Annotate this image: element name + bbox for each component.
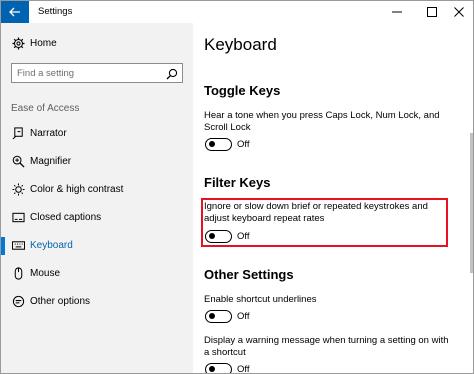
toggle-knob [209,233,215,239]
back-arrow-icon [9,7,20,17]
title-bar: Settings [1,1,473,23]
sidebar-item-label: Keyboard [30,240,73,251]
sidebar-item-magnifier[interactable]: Magnifier [1,150,193,174]
closed-captions-icon [11,210,25,224]
minimize-icon [392,11,402,13]
sidebar-item-label: Home [30,38,57,49]
sidebar-item-narrator[interactable]: Narrator [1,122,193,146]
toggle-keys-switch[interactable] [205,138,232,151]
minimize-button[interactable] [382,1,412,23]
settings-window: Settings Home Find a setting Ease of Acc… [0,0,474,374]
sidebar-item-label: Color & high contrast [30,184,124,195]
search-icon[interactable] [166,67,178,80]
keyboard-icon [11,238,25,252]
warning-message-switch[interactable] [205,363,232,373]
sidebar-item-color-high-contrast[interactable]: Color & high contrast [1,178,193,202]
maximize-icon [427,7,437,17]
sidebar-item-label: Other options [30,296,91,307]
other-options-icon [11,294,25,308]
filter-keys-heading: Filter Keys [204,175,271,190]
active-indicator [1,237,5,255]
shortcut-underlines-switch[interactable] [205,310,232,323]
other-settings-heading: Other Settings [204,267,294,282]
gear-icon [11,36,25,50]
sidebar-item-label: Narrator [30,128,67,139]
app-title: Settings [38,6,73,17]
sidebar-item-label: Magnifier [30,156,72,167]
close-icon [454,7,464,17]
main-content: Keyboard Toggle Keys Hear a tone when yo… [193,23,473,373]
sidebar-item-mouse[interactable]: Mouse [1,262,193,286]
shortcut-underlines-description: Enable shortcut underlines [204,294,317,305]
section-label: Ease of Access [11,103,80,114]
shortcut-underlines-state: Off [237,311,250,322]
close-button[interactable] [444,1,473,23]
filter-keys-state: Off [237,231,250,242]
sidebar: Home Ease of Access Narrator [1,23,193,373]
warning-message-state: Off [237,364,250,374]
search-box[interactable] [11,63,183,83]
toggle-keys-heading: Toggle Keys [204,83,281,98]
toggle-keys-state: Off [237,139,250,150]
toggle-knob [209,366,215,372]
sidebar-item-label: Mouse [30,268,61,279]
scrollbar[interactable] [470,23,473,373]
filter-keys-switch[interactable] [205,230,232,243]
scrollbar-thumb[interactable] [470,133,473,273]
back-button[interactable] [1,1,29,23]
narrator-icon [11,126,25,140]
toggle-knob [209,313,215,319]
toggle-knob [209,141,215,147]
magnifier-icon [11,154,25,168]
sidebar-item-home[interactable]: Home [1,36,193,56]
sidebar-item-keyboard[interactable]: Keyboard [1,234,193,258]
sidebar-item-other-options[interactable]: Other options [1,290,193,314]
brightness-icon [11,182,25,196]
warning-message-description: Display a warning message when turning a… [204,335,449,358]
sidebar-item-label: Closed captions [30,212,102,223]
maximize-button[interactable] [417,1,447,23]
mouse-icon [11,266,25,280]
filter-keys-description: Ignore or slow down brief or repeated ke… [204,201,428,224]
sidebar-item-closed-captions[interactable]: Closed captions [1,206,193,230]
page-title: Keyboard [204,35,277,54]
search-input[interactable] [17,66,157,80]
toggle-keys-description: Hear a tone when you press Caps Lock, Nu… [204,110,440,133]
